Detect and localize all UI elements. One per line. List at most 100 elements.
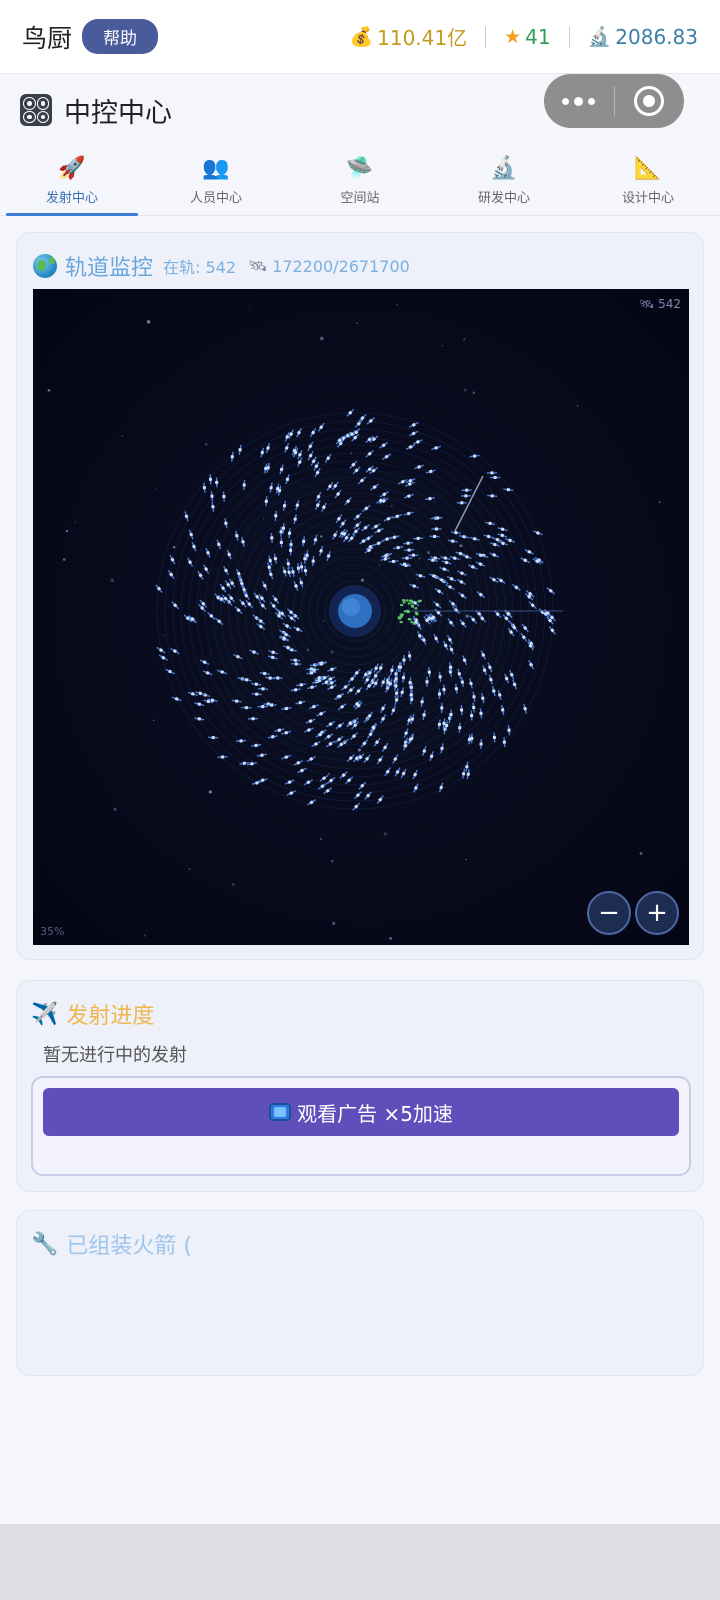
star <box>121 434 124 437</box>
star <box>188 867 191 871</box>
satellite <box>347 674 357 683</box>
satellite <box>503 488 514 492</box>
satellite <box>319 774 329 782</box>
satellite <box>207 611 216 620</box>
satellite <box>279 464 284 475</box>
satellite <box>414 464 425 470</box>
satellite <box>472 702 476 713</box>
satellite <box>282 566 287 577</box>
satellite <box>226 549 232 560</box>
star <box>319 837 322 841</box>
tab-personnel-center[interactable]: 👥 人员中心 <box>144 146 288 215</box>
science-stat: 🔬 2086.83 <box>588 25 698 49</box>
star <box>639 851 643 855</box>
star <box>62 558 66 561</box>
microscope-icon: 🔬 <box>587 26 612 48</box>
satellite <box>384 767 392 777</box>
satellite <box>261 580 268 591</box>
orbit-canvas <box>47 303 663 940</box>
satellite <box>492 537 503 542</box>
globe-icon <box>33 254 57 278</box>
satellite <box>339 519 347 529</box>
satellite <box>259 671 270 676</box>
satellite <box>500 704 505 715</box>
satellite <box>379 714 387 724</box>
satellite <box>222 491 226 502</box>
satellite <box>470 733 474 744</box>
zoom-in-button[interactable]: + <box>635 891 679 935</box>
station-module <box>398 617 402 620</box>
station-module <box>403 610 407 613</box>
star <box>346 560 348 562</box>
assembled-rockets-card: 🔧 已组装火箭 ( <box>16 1210 704 1376</box>
satellite <box>373 737 381 747</box>
satellite <box>511 583 521 591</box>
satellite <box>420 696 424 707</box>
satellite <box>224 518 228 529</box>
zoom-out-button[interactable]: − <box>587 891 631 935</box>
satellite <box>346 686 356 694</box>
satellite <box>366 417 376 425</box>
star <box>550 378 553 380</box>
satellite <box>245 599 254 609</box>
star <box>83 866 85 868</box>
satellite <box>376 755 384 765</box>
divider <box>485 25 487 48</box>
miniprogram-capsule <box>544 74 684 128</box>
orbit-title: 轨道监控 <box>65 256 154 281</box>
satellite <box>429 534 440 539</box>
watch-ad-button[interactable]: 观看广告 ×5加速 <box>43 1088 679 1136</box>
star <box>146 320 151 324</box>
tab-label: 人员中心 <box>189 190 242 206</box>
star <box>391 505 393 507</box>
satellite <box>317 782 328 790</box>
satellite <box>479 708 483 719</box>
star <box>356 322 358 324</box>
satellite <box>443 640 449 651</box>
satellite <box>456 501 467 505</box>
satellite <box>286 558 291 569</box>
tab-space-station[interactable]: 🛸 空间站 <box>288 146 432 215</box>
satellite <box>524 549 535 555</box>
ufo-icon: 🛸 <box>346 155 374 181</box>
money-bag-icon: 💰 <box>349 26 374 48</box>
satellite <box>440 556 451 561</box>
satellite <box>469 678 473 689</box>
star <box>323 620 325 622</box>
top-bar: 鸟厨 帮助 💰 110.41亿 ★ 41 🔬 2086.83 <box>0 0 720 74</box>
satellite <box>441 560 452 565</box>
satellite <box>409 421 419 428</box>
help-button[interactable]: 帮助 <box>82 19 159 54</box>
tab-launch-center[interactable]: 🚀 发射中心 <box>0 146 144 216</box>
tab-label: 发射中心 <box>45 190 98 206</box>
satellite <box>442 684 446 695</box>
tab-research-center[interactable]: 🔬 研发中心 <box>432 146 576 215</box>
star <box>378 564 381 567</box>
close-miniprogram-button[interactable] <box>615 86 685 116</box>
satellite <box>287 528 292 539</box>
satellite <box>258 601 267 610</box>
star <box>472 391 475 394</box>
station-module <box>402 599 406 602</box>
satellite <box>497 533 508 538</box>
satellite <box>454 683 459 694</box>
assembled-header: 🔧 已组装火箭 ( <box>31 1229 192 1260</box>
orbit-map[interactable]: 🛰 542 35% − + <box>33 289 689 945</box>
more-menu-button[interactable] <box>544 96 614 106</box>
satellite <box>301 536 306 547</box>
tab-design-center[interactable]: 📐 设计中心 <box>576 146 720 215</box>
satellite <box>407 650 412 661</box>
star <box>619 661 621 663</box>
satellite <box>381 742 389 752</box>
page-title: 中控中心 <box>64 97 172 129</box>
satellite <box>349 732 359 741</box>
satellite <box>293 626 303 633</box>
satellite <box>316 710 326 717</box>
satellite <box>205 547 211 558</box>
satellite <box>373 540 384 547</box>
satellite <box>311 740 321 748</box>
satellite <box>352 802 361 811</box>
satellite <box>290 658 301 662</box>
star <box>328 772 330 775</box>
app-name: 鸟厨 <box>22 23 73 53</box>
